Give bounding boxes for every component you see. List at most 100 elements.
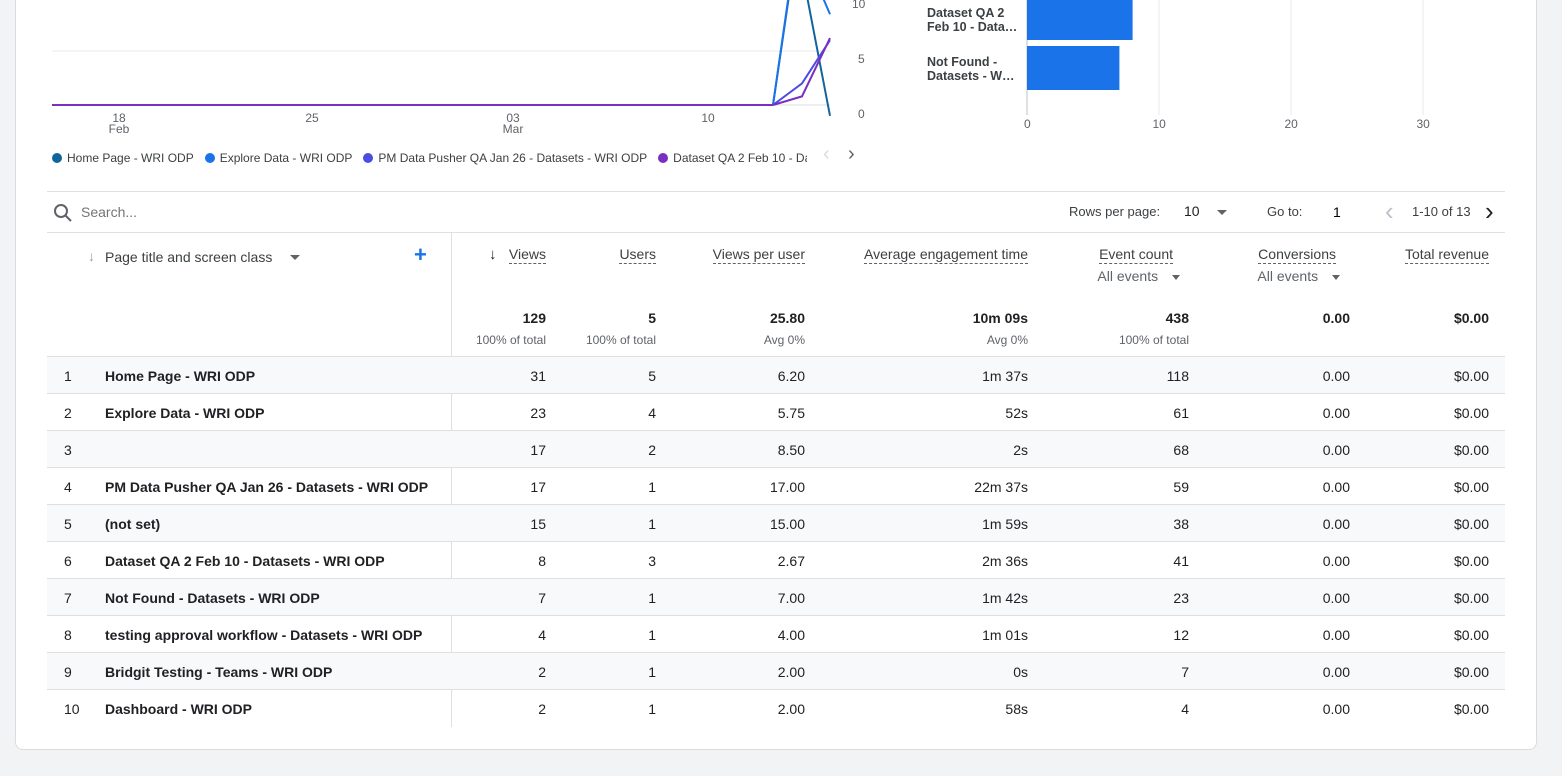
bar-label-line: Not Found -: [927, 55, 998, 69]
x-tick-03: 03 Mar: [502, 111, 524, 136]
row-engagement: 58s: [1005, 701, 1028, 717]
bar[interactable]: [1027, 46, 1120, 90]
row-index: 7: [64, 590, 72, 606]
table-row[interactable]: 5 (not set) 15 1 15.00 1m 59s 38 0.00 $0.00: [47, 504, 1505, 541]
legend-prev-icon[interactable]: ‹: [823, 143, 830, 166]
table-row[interactable]: 7 Not Found - Datasets - WRI ODP 7 1 7.00 1m …: [47, 578, 1505, 615]
row-conversions: 0.00: [1322, 479, 1350, 495]
row-title: Dashboard - WRI ODP: [105, 701, 253, 717]
row-revenue: $0.00: [1453, 516, 1489, 532]
row-engagement: 1m 59s: [982, 516, 1028, 532]
legend-next-icon[interactable]: ›: [848, 143, 855, 166]
prev-page-icon[interactable]: ‹: [1385, 196, 1394, 226]
row-revenue: $0.00: [1453, 701, 1489, 717]
conversion-filter-select[interactable]: All events: [1257, 268, 1340, 284]
views-per-user-header[interactable]: Views per user: [712, 246, 805, 264]
legend-dot: [363, 153, 374, 163]
search-icon: [54, 204, 72, 222]
rows-per-page-select[interactable]: 10: [1184, 203, 1228, 219]
row-title: Dataset QA 2 Feb 10 - Datasets - WRI ODP: [105, 553, 385, 569]
row-engagement: 1m 37s: [982, 368, 1028, 384]
row-revenue: $0.00: [1453, 553, 1489, 569]
row-engagement: 52s: [1005, 405, 1028, 421]
row-views: 7: [538, 590, 546, 606]
table-row[interactable]: 6 Dataset QA 2 Feb 10 - Datasets - WRI OD…: [47, 541, 1505, 578]
views-header[interactable]: Views: [508, 246, 546, 264]
row-views: 2: [538, 701, 546, 717]
row-title: Bridgit Testing - Teams - WRI ODP: [105, 664, 333, 680]
dimension-dropdown-icon[interactable]: [290, 255, 300, 260]
y-tick-5: 5: [858, 52, 865, 66]
add-dimension-icon[interactable]: +: [414, 242, 427, 268]
legend-dot: [52, 153, 62, 163]
table-row[interactable]: 8 testing approval workflow - Datasets - …: [47, 615, 1505, 652]
row-event-count: 12: [1173, 627, 1189, 643]
event-filter-select[interactable]: All events: [1097, 268, 1180, 284]
row-conversions: 0.00: [1322, 553, 1350, 569]
users-header[interactable]: Users: [619, 246, 656, 264]
row-users: 1: [648, 516, 656, 532]
row-users: 4: [648, 405, 656, 421]
row-views-per-user: 2.67: [777, 553, 805, 569]
search-input[interactable]: [81, 202, 381, 222]
bar[interactable]: [1027, 0, 1133, 40]
row-conversions: 0.00: [1322, 627, 1350, 643]
table-row[interactable]: 3 17 2 8.50 2s 68 0.00 $0.00: [47, 430, 1505, 467]
caret-down-icon: [1332, 274, 1340, 280]
bar-chart: [1026, 0, 1424, 115]
row-users: 1: [648, 590, 656, 606]
table-row[interactable]: 4 PM Data Pusher QA Jan 26 - Datasets - W…: [47, 467, 1505, 504]
row-revenue: $0.00: [1453, 442, 1489, 458]
row-revenue: $0.00: [1453, 405, 1489, 421]
row-conversions: 0.00: [1322, 442, 1350, 458]
table-toolbar: Rows per page: 10 Go to: ‹ 1-10 of 13 ›: [47, 191, 1505, 233]
table-row[interactable]: 1 Home Page - WRI ODP 31 5 6.20 1m 37s 118 0.00…: [47, 356, 1505, 393]
row-users: 2: [648, 442, 656, 458]
avg-engagement-header[interactable]: Average engagement time: [864, 246, 1028, 264]
row-users: 1: [648, 479, 656, 495]
conversions-header[interactable]: Conversions: [1258, 246, 1336, 264]
total-users-sub: 100% of total: [585, 333, 656, 347]
table-row[interactable]: 2 Explore Data - WRI ODP 23 4 5.75 52s 61 0.00 $…: [47, 393, 1505, 430]
x-tick-10: 10: [698, 111, 718, 125]
row-views-per-user: 4.00: [777, 627, 805, 643]
total-engagement: 10m 09s: [972, 310, 1028, 326]
row-conversions: 0.00: [1322, 368, 1350, 384]
bar-label-line: Dataset QA 2: [927, 6, 1005, 20]
legend-item[interactable]: Home Page - WRI ODP: [52, 151, 194, 165]
row-revenue: $0.00: [1453, 627, 1489, 643]
row-title: Home Page - WRI ODP: [105, 368, 256, 384]
row-index: 9: [64, 664, 72, 680]
legend-item[interactable]: Dataset QA 2 Feb 10 - Datasets - WRI ODP: [658, 151, 807, 165]
next-page-icon[interactable]: ›: [1485, 196, 1494, 226]
row-event-count: 59: [1173, 479, 1189, 495]
event-count-header[interactable]: Event count: [1099, 246, 1173, 264]
x-tick-month: Mar: [502, 122, 524, 136]
row-views: 15: [530, 516, 546, 532]
x-tick-25: 25: [302, 111, 322, 125]
bar-x-tick: 30: [1416, 117, 1430, 131]
row-title: (not set): [105, 516, 161, 532]
row-index: 10: [64, 701, 80, 717]
total-vpu: 25.80: [769, 310, 805, 326]
y-tick-10: 10: [852, 0, 866, 11]
legend-item[interactable]: PM Data Pusher QA Jan 26 - Datasets - WR…: [363, 151, 647, 165]
total-revenue-header[interactable]: Total revenue: [1404, 246, 1489, 264]
row-views-per-user: 17.00: [769, 479, 805, 495]
table-row[interactable]: 10 Dashboard - WRI ODP 2 1 2.00 58s 4 0.00 $0.00: [47, 689, 1505, 726]
total-users: 5: [648, 310, 656, 326]
goto-input[interactable]: [1333, 202, 1363, 222]
row-views: 17: [530, 479, 546, 495]
row-index: 5: [64, 516, 72, 532]
row-title: Not Found - Datasets - WRI ODP: [105, 590, 320, 606]
y-tick-0: 0: [858, 107, 865, 121]
row-revenue: $0.00: [1453, 590, 1489, 606]
table-row[interactable]: 9 Bridgit Testing - Teams - WRI ODP 2 1 2.00…: [47, 652, 1505, 689]
legend-item[interactable]: Explore Data - WRI ODP: [204, 151, 352, 165]
dimension-header[interactable]: Page title and screen class: [105, 249, 272, 265]
row-views-per-user: 7.00: [777, 590, 805, 606]
rows-per-page-label: Rows per page:: [1069, 204, 1161, 219]
row-views-per-user: 6.20: [777, 368, 805, 384]
x-tick-day: 10: [701, 111, 715, 125]
x-tick-18: 18 Feb: [108, 111, 130, 136]
